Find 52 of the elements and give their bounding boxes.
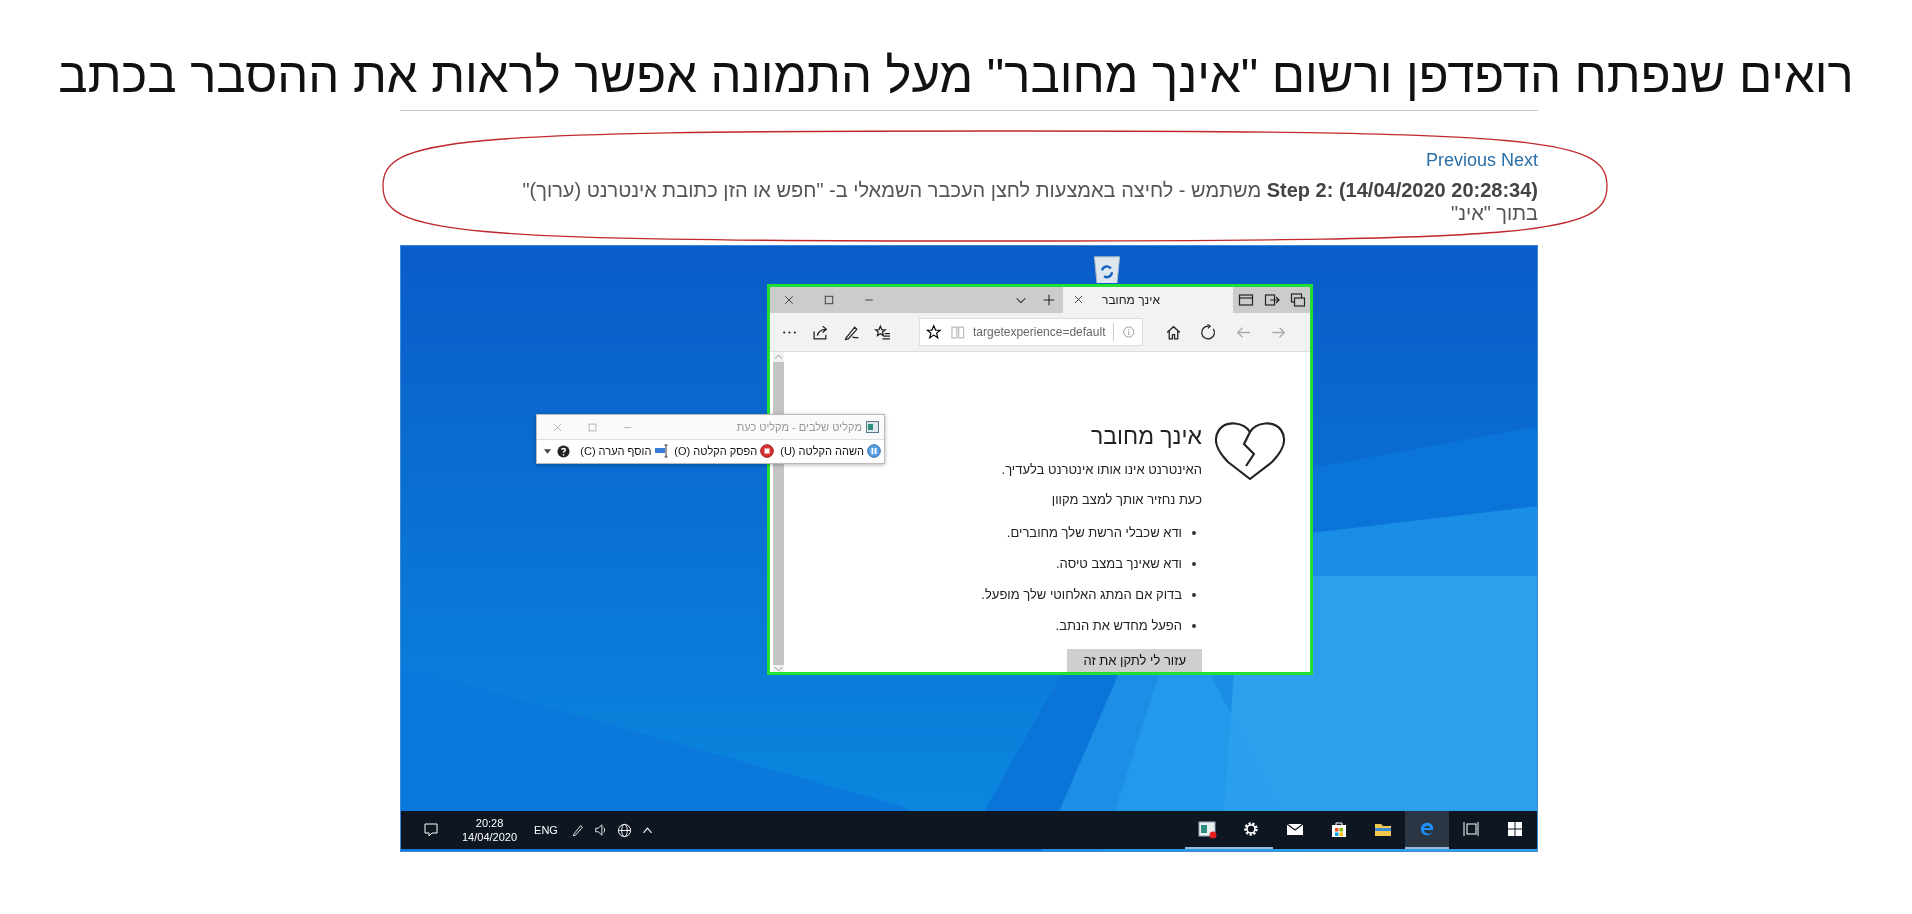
pen-icon[interactable] [570,823,585,837]
bullet-icon [1192,624,1196,628]
speaker-icon[interactable] [593,823,608,837]
star-icon[interactable] [926,324,942,340]
error-text: האינטרנט אינו אותו אינטרנט בלעדיך. [1001,461,1202,479]
nav-link[interactable]: Next [1501,148,1538,172]
notification-icon[interactable] [423,822,439,838]
task-view-icon [1461,819,1481,839]
clock[interactable]: 20:28 14/04/2020 [462,816,518,844]
list-item-text: ודא שאינך במצב טיסה. [1055,555,1182,573]
toolbar-button[interactable]: השהה הקלטה (U) [780,444,881,458]
list-item-text: הפעל מחדש את הנתב. [1055,617,1182,635]
recorder-app-icon [866,421,879,433]
pause-icon [867,444,881,458]
set-aside-icon[interactable] [1264,291,1280,308]
maximize-icon[interactable] [823,293,835,306]
list-item-text: בדוק אם המתג האלחוטי שלך מופעל. [981,586,1182,604]
stop-icon [760,444,775,458]
comment-icon [654,444,669,458]
start-icon [1505,819,1525,839]
list-item-text: ודא שכבלי הרשת שלך מחוברים. [1006,524,1182,542]
refresh-icon[interactable] [1200,323,1217,341]
toolbar-button[interactable]: הוסף הערה (C) [580,444,669,458]
plus-icon[interactable] [1042,292,1056,307]
close-icon[interactable] [1073,294,1084,305]
error-heading: אינך מחובר [1091,422,1202,450]
settings-icon [1241,819,1261,839]
page-title: רואים שנפתח הדפדפן ורשום "אינך מחובר" מעל התמונה אפשר לראות את ההסבר בכתב [57,47,1855,103]
help-fix-button[interactable]: עזור לי לתקן את זה [1067,649,1202,672]
stacked-windows-icon[interactable] [1290,291,1306,308]
bullet-icon [1192,593,1196,597]
address-field[interactable]: targetexperience=default [919,318,1143,346]
caret-down-icon[interactable] [544,448,552,454]
toolbar-button[interactable]: הפסק הקלטה (O) [674,444,775,458]
browser-tab[interactable]: אינך מחובר [1063,286,1233,313]
error-text: כעת נחזיר אותך למצב מקוון [1051,491,1202,509]
nav-link[interactable]: Previous [1425,148,1496,172]
window-icon[interactable] [1238,291,1254,308]
bullet-icon [1192,531,1196,535]
recorder-app-icon [1197,819,1217,839]
shopping-bag-icon [1329,819,1349,839]
taskbar-button[interactable] [1405,811,1449,849]
language-indicator[interactable]: ENG [534,824,558,836]
share-icon[interactable] [812,323,829,341]
close-icon[interactable] [783,293,795,306]
bullet-icon [1192,562,1196,566]
globe-icon[interactable] [616,822,632,838]
favorites-icon[interactable] [874,323,891,341]
help-icon[interactable] [557,444,571,458]
pen-icon[interactable] [843,323,860,341]
window-title: מקליט שלבים - מקליט כעת [736,421,862,433]
home-icon[interactable] [1165,323,1182,341]
